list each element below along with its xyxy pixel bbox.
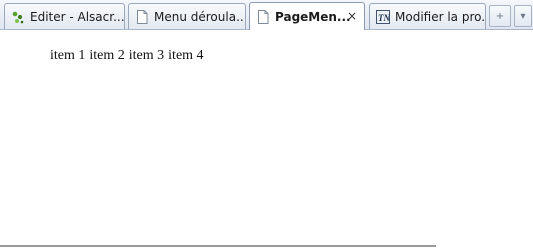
tab-pagemenu[interactable]: PageMen... ×: [249, 2, 365, 30]
menu-items: item 1 item 2 item 3 item 4: [50, 48, 208, 64]
page-content: item 1 item 2 item 3 item 4: [0, 30, 533, 245]
tab-label: PageMen...: [275, 9, 351, 24]
bottom-divider: [0, 245, 436, 247]
menu-item[interactable]: item 2: [89, 48, 124, 63]
tab-editer-alsacreations[interactable]: Editer - Alsacr...: [4, 3, 125, 29]
menu-item[interactable]: item 1: [50, 48, 85, 63]
list-all-tabs-button[interactable]: ▾: [514, 5, 532, 27]
new-tab-button[interactable]: +: [489, 5, 511, 27]
tab-menu-deroulant[interactable]: Menu déroula...: [128, 3, 246, 29]
close-icon[interactable]: ×: [347, 9, 357, 23]
tn-icon: TN: [376, 9, 390, 24]
tab-label: Menu déroula...: [154, 9, 246, 24]
menu-item[interactable]: item 4: [168, 48, 203, 63]
page-icon: [256, 9, 270, 24]
svg-text:TN: TN: [378, 13, 390, 23]
tab-label: Editer - Alsacr...: [30, 9, 125, 24]
plus-icon: +: [495, 10, 505, 22]
alsacreations-icon: [11, 10, 25, 24]
chevron-down-icon: ▾: [520, 10, 526, 22]
tab-bar: Editer - Alsacr... Menu déroula... PageM…: [0, 0, 533, 30]
tab-label: Modifier la pro...: [395, 9, 486, 24]
page-icon: [135, 9, 149, 24]
menu-item[interactable]: item 3: [129, 48, 164, 63]
tab-modifier-la-propriete[interactable]: TN Modifier la pro...: [369, 3, 486, 29]
